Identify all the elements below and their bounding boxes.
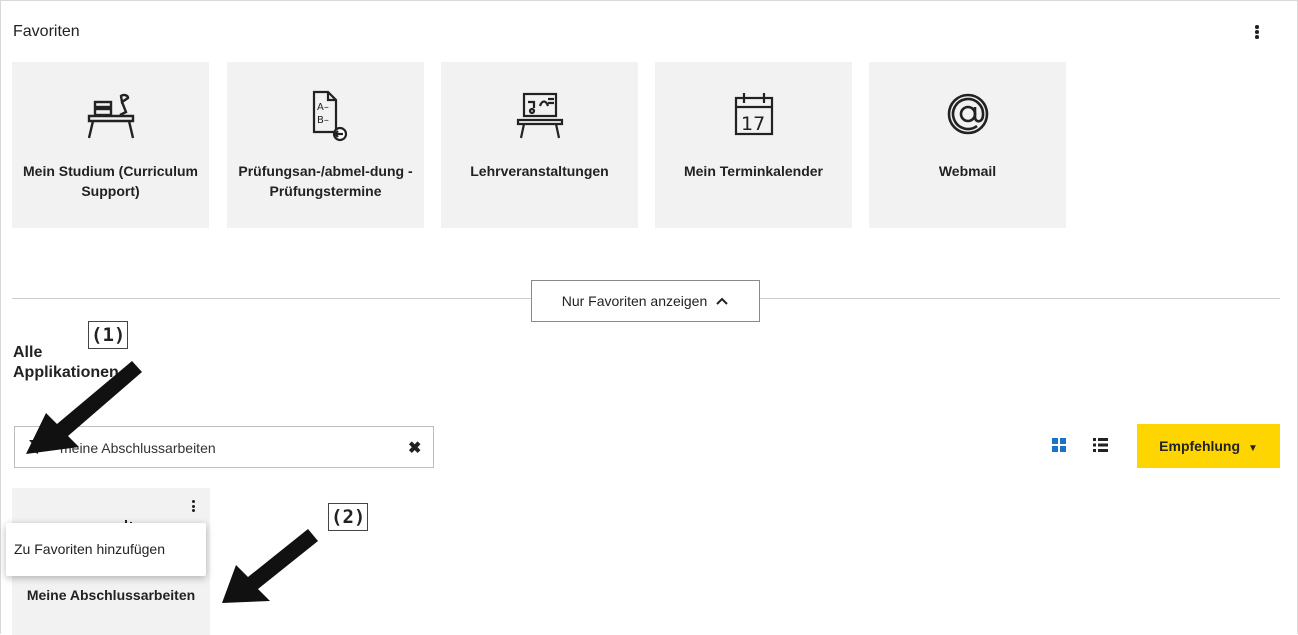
favorites-more-icon[interactable]	[1250, 25, 1264, 43]
tile-label: Mein Terminkalender	[683, 163, 823, 179]
svg-text:B–: B–	[317, 115, 329, 126]
tile-label: Prüfungsan-/abmel-dung - Prüfungstermine	[238, 163, 413, 199]
tile-context-menu: Zu Favoriten hinzufügen	[6, 523, 206, 576]
desk-icon	[12, 90, 209, 142]
favorite-tile-lehrveranstaltungen[interactable]: Lehrveranstaltungen	[441, 62, 638, 228]
annotation-marker-1: (1)	[88, 321, 129, 349]
tile-label: Lehrveranstaltungen	[470, 163, 609, 179]
svg-text:17: 17	[741, 113, 765, 135]
add-to-favorites-menu-item[interactable]: Zu Favoriten hinzufügen	[14, 541, 165, 557]
tile-label: Meine Abschlussarbeiten	[26, 587, 196, 603]
sort-dropdown-button[interactable]: Empfehlung ▼	[1137, 424, 1280, 468]
tile-label: Mein Studium (Curriculum Support)	[23, 163, 198, 199]
favorite-tile-terminkalender[interactable]: 17 Mein Terminkalender	[655, 62, 852, 228]
list-view-icon[interactable]	[1093, 438, 1108, 452]
chevron-up-icon	[716, 297, 728, 305]
favorite-tile-pruefungsanmeldung[interactable]: A– B– Prüfungsan-/abmel-dung - Prüfungst…	[227, 62, 424, 228]
exam-registration-icon: A– B–	[227, 90, 424, 142]
favorite-tile-mein-studium[interactable]: Mein Studium (Curriculum Support)	[12, 62, 209, 228]
calendar-icon: 17	[655, 90, 852, 142]
lecture-board-icon	[441, 90, 638, 142]
clear-filter-icon[interactable]: ✖	[408, 438, 421, 458]
show-only-favorites-button[interactable]: Nur Favoriten anzeigen	[531, 280, 760, 322]
annotation-marker-2: (2)	[328, 503, 369, 531]
favorites-title: Favoriten	[13, 23, 80, 40]
tile-label: Webmail	[938, 163, 997, 179]
annotation-arrow-icon	[222, 529, 318, 603]
favorite-tile-webmail[interactable]: Webmail	[869, 62, 1066, 228]
annotation-arrow-icon	[26, 361, 142, 454]
sort-label: Empfehlung	[1159, 438, 1241, 454]
at-icon	[869, 90, 1066, 142]
toggle-label: Nur Favoriten anzeigen	[561, 293, 708, 309]
caret-down-icon: ▼	[1247, 443, 1258, 454]
tile-more-icon[interactable]	[188, 500, 198, 516]
grid-view-icon[interactable]	[1052, 438, 1066, 452]
svg-text:A–: A–	[317, 102, 329, 113]
